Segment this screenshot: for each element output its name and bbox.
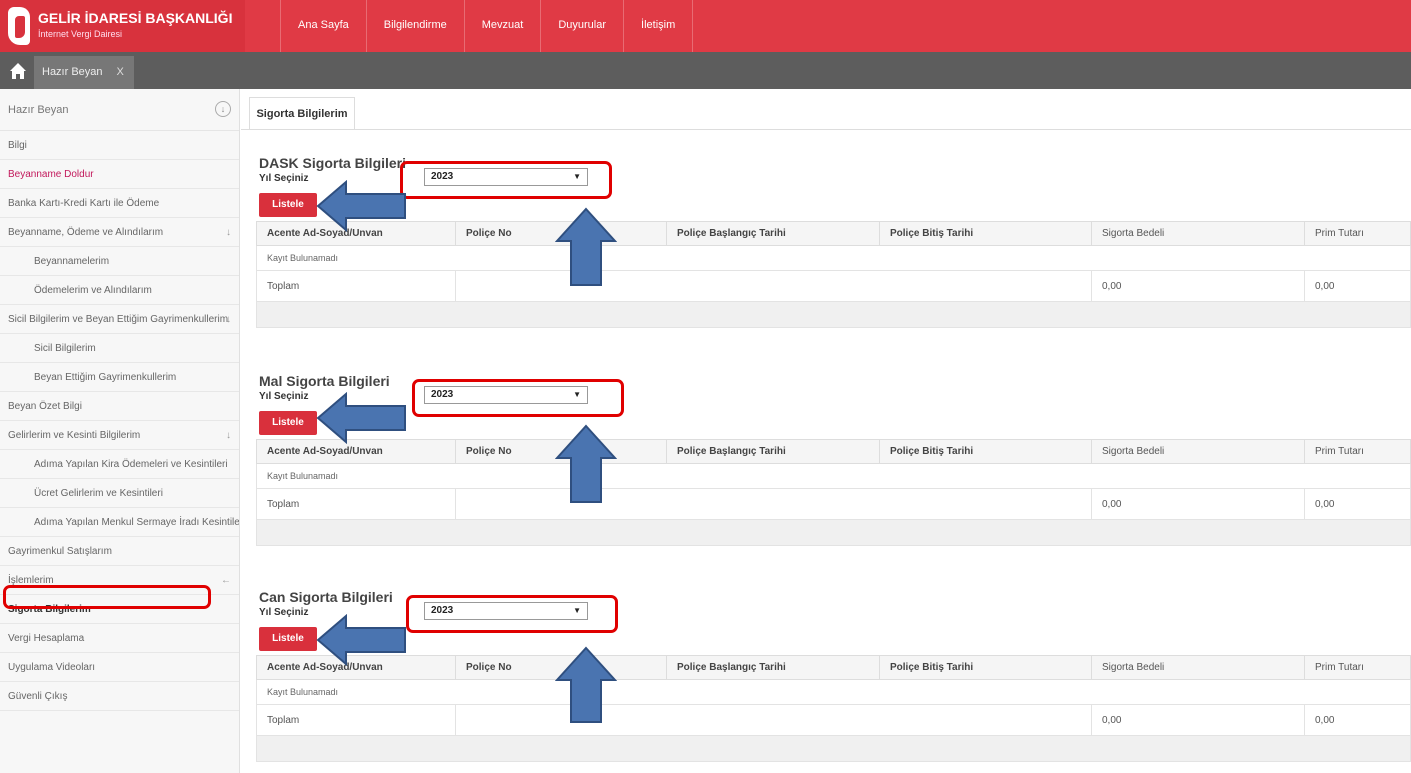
total-sigorta-bedeli: 0,00 <box>1091 704 1305 736</box>
sidebar: Hazır Beyan ↓ Bilgi Beyanname Doldur Ban… <box>0 89 240 773</box>
total-label: Toplam <box>256 270 456 302</box>
tab-strip: Hazır Beyan X <box>0 52 1411 89</box>
sidebar-heading-label: Hazır Beyan <box>8 104 69 116</box>
total-label: Toplam <box>256 704 456 736</box>
nav-bilgilendirme[interactable]: Bilgilendirme <box>365 0 464 52</box>
nav-ana-sayfa[interactable]: Ana Sayfa <box>280 0 366 52</box>
sidebar-item-menkul[interactable]: Adıma Yapılan Menkul Sermaye İradı Kesin… <box>0 508 239 537</box>
sidebar-item-beyan-ozet[interactable]: Beyan Özet Bilgi <box>0 392 239 421</box>
col-bitis: Poliçe Bitiş Tarihi <box>879 221 1092 246</box>
sidebar-item-beyanname-doldur[interactable]: Beyanname Doldur <box>0 160 239 189</box>
org-subtitle: İnternet Vergi Dairesi <box>38 29 123 39</box>
sidebar-heading: Hazır Beyan ↓ <box>0 89 239 131</box>
highlight-box <box>412 379 624 417</box>
sidebar-item-odemelerim[interactable]: Ödemelerim ve Alındılarım <box>0 276 239 305</box>
sidebar-item-bilgi[interactable]: Bilgi <box>0 131 239 160</box>
callout-arrow-up-icon <box>555 424 617 503</box>
tab-sigorta-bilgilerim[interactable]: Sigorta Bilgilerim <box>249 97 355 129</box>
col-sigorta-bedeli: Sigorta Bedeli <box>1091 439 1305 464</box>
year-label: Yıl Seçiniz <box>259 391 309 402</box>
col-bitis: Poliçe Bitiş Tarihi <box>879 439 1092 464</box>
expand-icon: ↓ <box>226 430 231 441</box>
tab-hazir-beyan[interactable]: Hazır Beyan X <box>34 56 134 89</box>
sidebar-item-beyan-gayrimenkul[interactable]: Beyan Ettiğim Gayrimenkullerim <box>0 363 239 392</box>
empty-message: Kayıt Bulunamadı <box>256 679 1411 705</box>
sidebar-item-guvenli-cikis[interactable]: Güvenli Çıkış <box>0 682 239 711</box>
sidebar-item-videolar[interactable]: Uygulama Videoları <box>0 653 239 682</box>
sidebar-item-beyannamelerim[interactable]: Beyannamelerim <box>0 247 239 276</box>
tab-divider <box>241 129 1411 130</box>
nav-iletisim[interactable]: İletişim <box>623 0 694 52</box>
total-sigorta-bedeli: 0,00 <box>1091 488 1305 520</box>
insurance-table: Acente Ad-Soyad/Unvan Poliçe No Poliçe B… <box>256 655 1411 762</box>
table-footer <box>256 301 1411 328</box>
org-title: GELİR İDARESİ BAŞKANLIĞI <box>38 10 233 26</box>
col-sigorta-bedeli: Sigorta Bedeli <box>1091 655 1305 680</box>
sidebar-item-label: Sicil Bilgilerim ve Beyan Ettiğim Gayrim… <box>8 314 229 325</box>
table-footer <box>256 519 1411 546</box>
empty-message: Kayıt Bulunamadı <box>256 463 1411 489</box>
empty-message: Kayıt Bulunamadı <box>256 245 1411 271</box>
sidebar-item-gelirlerim[interactable]: Gelirlerim ve Kesinti Bilgilerim ↓ <box>0 421 239 450</box>
year-label: Yıl Seçiniz <box>259 173 309 184</box>
col-prim-tutari: Prim Tutarı <box>1304 221 1411 246</box>
tab-close-button[interactable]: X <box>117 66 124 78</box>
top-header: GELİR İDARESİ BAŞKANLIĞI İnternet Vergi … <box>0 0 1411 52</box>
sidebar-item-kira[interactable]: Adıma Yapılan Kira Ödemeleri ve Kesintil… <box>0 450 239 479</box>
col-sigorta-bedeli: Sigorta Bedeli <box>1091 221 1305 246</box>
total-prim-tutari: 0,00 <box>1304 270 1411 302</box>
table-footer <box>256 735 1411 762</box>
expand-icon: ← <box>221 575 231 586</box>
col-baslangic: Poliçe Başlangıç Tarihi <box>666 655 880 680</box>
col-baslangic: Poliçe Başlangıç Tarihi <box>666 439 880 464</box>
sidebar-item-banka-karti[interactable]: Banka Kartı-Kredi Kartı ile Ödeme <box>0 189 239 218</box>
callout-arrow-up-icon <box>555 646 617 723</box>
gib-logo-icon <box>8 7 30 45</box>
callout-arrow-left-icon <box>316 180 406 232</box>
sidebar-item-sicil-gayrimenkul[interactable]: Sicil Bilgilerim ve Beyan Ettiğim Gayrim… <box>0 305 239 334</box>
section-title: DASK Sigorta Bilgileri <box>259 155 407 171</box>
sidebar-item-vergi-hesaplama[interactable]: Vergi Hesaplama <box>0 624 239 653</box>
sidebar-item-label: Gelirlerim ve Kesinti Bilgilerim <box>8 430 141 441</box>
total-label: Toplam <box>256 488 456 520</box>
insurance-table: Acente Ad-Soyad/Unvan Poliçe No Poliçe B… <box>256 439 1411 546</box>
col-baslangic: Poliçe Başlangıç Tarihi <box>666 221 880 246</box>
col-bitis: Poliçe Bitiş Tarihi <box>879 655 1092 680</box>
listele-button[interactable]: Listele <box>259 411 317 435</box>
highlight-box <box>3 585 211 609</box>
home-icon[interactable] <box>9 62 27 80</box>
highlight-box <box>400 161 612 199</box>
insurance-table: Acente Ad-Soyad/Unvan Poliçe No Poliçe B… <box>256 221 1411 328</box>
total-prim-tutari: 0,00 <box>1304 704 1411 736</box>
main-nav: Ana Sayfa Bilgilendirme Mevzuat Duyurula… <box>280 0 694 52</box>
nav-mevzuat[interactable]: Mevzuat <box>463 0 541 52</box>
sidebar-item-label: Beyanname, Ödeme ve Alındılarım <box>8 227 164 238</box>
nav-duyurular[interactable]: Duyurular <box>540 0 623 52</box>
total-prim-tutari: 0,00 <box>1304 488 1411 520</box>
expand-icon: ↓ <box>226 314 231 325</box>
listele-button[interactable]: Listele <box>259 627 317 651</box>
collapse-icon[interactable]: ↓ <box>215 101 231 117</box>
section-title: Can Sigorta Bilgileri <box>259 589 393 605</box>
sidebar-item-gayrimenkul-satis[interactable]: Gayrimenkul Satışlarım <box>0 537 239 566</box>
logo[interactable]: GELİR İDARESİ BAŞKANLIĞI İnternet Vergi … <box>0 0 245 52</box>
expand-icon: ↓ <box>226 227 231 238</box>
col-prim-tutari: Prim Tutarı <box>1304 439 1411 464</box>
sidebar-item-ucret[interactable]: Ücret Gelirlerim ve Kesintileri <box>0 479 239 508</box>
sidebar-item-beyanname-odeme[interactable]: Beyanname, Ödeme ve Alındılarım ↓ <box>0 218 239 247</box>
callout-arrow-left-icon <box>316 392 406 444</box>
tab-label: Hazır Beyan <box>42 66 103 78</box>
col-prim-tutari: Prim Tutarı <box>1304 655 1411 680</box>
highlight-box <box>406 595 618 633</box>
sidebar-item-sicil-bilgilerim[interactable]: Sicil Bilgilerim <box>0 334 239 363</box>
year-label: Yıl Seçiniz <box>259 607 309 618</box>
listele-button[interactable]: Listele <box>259 193 317 217</box>
callout-arrow-up-icon <box>555 207 617 286</box>
callout-arrow-left-icon <box>316 614 406 666</box>
total-sigorta-bedeli: 0,00 <box>1091 270 1305 302</box>
section-title: Mal Sigorta Bilgileri <box>259 373 390 389</box>
